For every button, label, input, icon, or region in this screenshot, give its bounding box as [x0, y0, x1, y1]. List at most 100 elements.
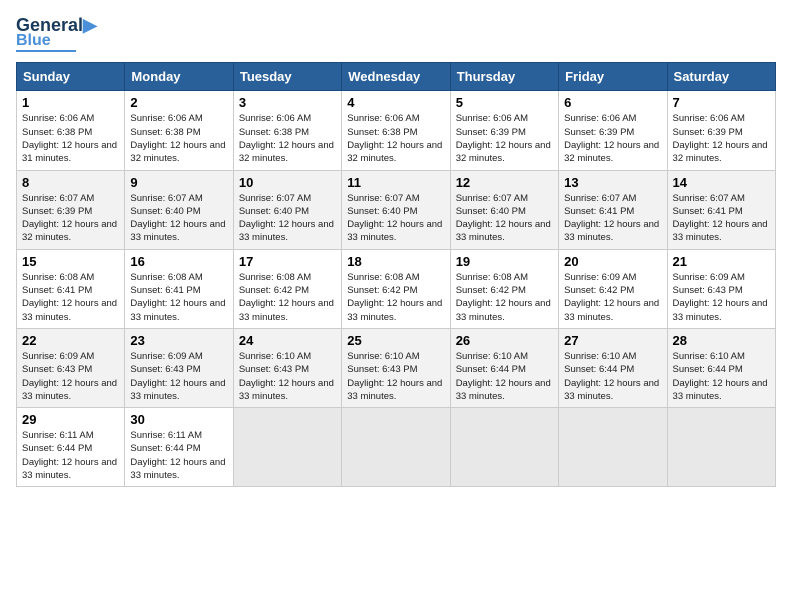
calendar-table: SundayMondayTuesdayWednesdayThursdayFrid… [16, 62, 776, 487]
day-cell: 4 Sunrise: 6:06 AMSunset: 6:38 PMDayligh… [342, 91, 450, 170]
day-cell: 17 Sunrise: 6:08 AMSunset: 6:42 PMDaylig… [233, 249, 341, 328]
week-row-5: 29 Sunrise: 6:11 AMSunset: 6:44 PMDaylig… [17, 408, 776, 487]
day-info: Sunrise: 6:08 AMSunset: 6:42 PMDaylight:… [456, 271, 553, 324]
day-cell [233, 408, 341, 487]
col-header-monday: Monday [125, 63, 233, 91]
day-number: 4 [347, 95, 444, 110]
day-number: 19 [456, 254, 553, 269]
day-number: 21 [673, 254, 770, 269]
day-info: Sunrise: 6:06 AMSunset: 6:38 PMDaylight:… [347, 112, 444, 165]
day-number: 18 [347, 254, 444, 269]
day-number: 6 [564, 95, 661, 110]
day-cell: 7 Sunrise: 6:06 AMSunset: 6:39 PMDayligh… [667, 91, 775, 170]
day-cell: 13 Sunrise: 6:07 AMSunset: 6:41 PMDaylig… [559, 170, 667, 249]
day-number: 20 [564, 254, 661, 269]
day-number: 26 [456, 333, 553, 348]
day-number: 13 [564, 175, 661, 190]
day-info: Sunrise: 6:07 AMSunset: 6:40 PMDaylight:… [347, 192, 444, 245]
day-number: 11 [347, 175, 444, 190]
col-header-tuesday: Tuesday [233, 63, 341, 91]
day-cell: 6 Sunrise: 6:06 AMSunset: 6:39 PMDayligh… [559, 91, 667, 170]
day-number: 8 [22, 175, 119, 190]
week-row-4: 22 Sunrise: 6:09 AMSunset: 6:43 PMDaylig… [17, 328, 776, 407]
day-number: 23 [130, 333, 227, 348]
day-cell [342, 408, 450, 487]
day-info: Sunrise: 6:06 AMSunset: 6:39 PMDaylight:… [564, 112, 661, 165]
col-header-sunday: Sunday [17, 63, 125, 91]
day-number: 9 [130, 175, 227, 190]
day-cell: 22 Sunrise: 6:09 AMSunset: 6:43 PMDaylig… [17, 328, 125, 407]
day-cell: 21 Sunrise: 6:09 AMSunset: 6:43 PMDaylig… [667, 249, 775, 328]
day-cell: 14 Sunrise: 6:07 AMSunset: 6:41 PMDaylig… [667, 170, 775, 249]
day-cell: 24 Sunrise: 6:10 AMSunset: 6:43 PMDaylig… [233, 328, 341, 407]
col-header-wednesday: Wednesday [342, 63, 450, 91]
day-cell: 8 Sunrise: 6:07 AMSunset: 6:39 PMDayligh… [17, 170, 125, 249]
day-number: 14 [673, 175, 770, 190]
day-info: Sunrise: 6:08 AMSunset: 6:41 PMDaylight:… [130, 271, 227, 324]
day-cell: 15 Sunrise: 6:08 AMSunset: 6:41 PMDaylig… [17, 249, 125, 328]
col-header-saturday: Saturday [667, 63, 775, 91]
day-cell: 10 Sunrise: 6:07 AMSunset: 6:40 PMDaylig… [233, 170, 341, 249]
day-info: Sunrise: 6:08 AMSunset: 6:41 PMDaylight:… [22, 271, 119, 324]
day-number: 5 [456, 95, 553, 110]
day-info: Sunrise: 6:08 AMSunset: 6:42 PMDaylight:… [239, 271, 336, 324]
day-info: Sunrise: 6:10 AMSunset: 6:44 PMDaylight:… [456, 350, 553, 403]
day-info: Sunrise: 6:10 AMSunset: 6:44 PMDaylight:… [564, 350, 661, 403]
day-cell: 23 Sunrise: 6:09 AMSunset: 6:43 PMDaylig… [125, 328, 233, 407]
day-cell [667, 408, 775, 487]
day-cell: 25 Sunrise: 6:10 AMSunset: 6:43 PMDaylig… [342, 328, 450, 407]
day-cell: 26 Sunrise: 6:10 AMSunset: 6:44 PMDaylig… [450, 328, 558, 407]
day-number: 22 [22, 333, 119, 348]
day-number: 16 [130, 254, 227, 269]
day-cell: 18 Sunrise: 6:08 AMSunset: 6:42 PMDaylig… [342, 249, 450, 328]
logo-subtext: Blue [16, 32, 51, 50]
day-cell: 20 Sunrise: 6:09 AMSunset: 6:42 PMDaylig… [559, 249, 667, 328]
day-info: Sunrise: 6:07 AMSunset: 6:39 PMDaylight:… [22, 192, 119, 245]
day-cell [559, 408, 667, 487]
day-info: Sunrise: 6:08 AMSunset: 6:42 PMDaylight:… [347, 271, 444, 324]
day-number: 27 [564, 333, 661, 348]
day-number: 17 [239, 254, 336, 269]
day-info: Sunrise: 6:09 AMSunset: 6:43 PMDaylight:… [673, 271, 770, 324]
day-info: Sunrise: 6:10 AMSunset: 6:44 PMDaylight:… [673, 350, 770, 403]
day-info: Sunrise: 6:09 AMSunset: 6:43 PMDaylight:… [130, 350, 227, 403]
day-cell: 29 Sunrise: 6:11 AMSunset: 6:44 PMDaylig… [17, 408, 125, 487]
day-number: 15 [22, 254, 119, 269]
col-header-thursday: Thursday [450, 63, 558, 91]
day-cell: 2 Sunrise: 6:06 AMSunset: 6:38 PMDayligh… [125, 91, 233, 170]
logo-line [16, 50, 76, 52]
week-row-1: 1 Sunrise: 6:06 AMSunset: 6:38 PMDayligh… [17, 91, 776, 170]
day-cell: 9 Sunrise: 6:07 AMSunset: 6:40 PMDayligh… [125, 170, 233, 249]
day-cell: 12 Sunrise: 6:07 AMSunset: 6:40 PMDaylig… [450, 170, 558, 249]
day-info: Sunrise: 6:07 AMSunset: 6:40 PMDaylight:… [239, 192, 336, 245]
day-number: 30 [130, 412, 227, 427]
day-info: Sunrise: 6:06 AMSunset: 6:38 PMDaylight:… [22, 112, 119, 165]
day-cell: 11 Sunrise: 6:07 AMSunset: 6:40 PMDaylig… [342, 170, 450, 249]
day-info: Sunrise: 6:07 AMSunset: 6:40 PMDaylight:… [456, 192, 553, 245]
day-cell: 30 Sunrise: 6:11 AMSunset: 6:44 PMDaylig… [125, 408, 233, 487]
week-row-3: 15 Sunrise: 6:08 AMSunset: 6:41 PMDaylig… [17, 249, 776, 328]
day-cell [450, 408, 558, 487]
day-number: 12 [456, 175, 553, 190]
day-info: Sunrise: 6:09 AMSunset: 6:43 PMDaylight:… [22, 350, 119, 403]
day-number: 1 [22, 95, 119, 110]
day-info: Sunrise: 6:10 AMSunset: 6:43 PMDaylight:… [347, 350, 444, 403]
day-number: 24 [239, 333, 336, 348]
day-cell: 16 Sunrise: 6:08 AMSunset: 6:41 PMDaylig… [125, 249, 233, 328]
day-info: Sunrise: 6:06 AMSunset: 6:38 PMDaylight:… [239, 112, 336, 165]
day-cell: 27 Sunrise: 6:10 AMSunset: 6:44 PMDaylig… [559, 328, 667, 407]
day-info: Sunrise: 6:07 AMSunset: 6:40 PMDaylight:… [130, 192, 227, 245]
day-cell: 19 Sunrise: 6:08 AMSunset: 6:42 PMDaylig… [450, 249, 558, 328]
logo: General▶ Blue [16, 16, 97, 52]
day-info: Sunrise: 6:10 AMSunset: 6:43 PMDaylight:… [239, 350, 336, 403]
day-info: Sunrise: 6:06 AMSunset: 6:38 PMDaylight:… [130, 112, 227, 165]
day-info: Sunrise: 6:11 AMSunset: 6:44 PMDaylight:… [130, 429, 227, 482]
day-number: 28 [673, 333, 770, 348]
day-info: Sunrise: 6:06 AMSunset: 6:39 PMDaylight:… [456, 112, 553, 165]
day-info: Sunrise: 6:06 AMSunset: 6:39 PMDaylight:… [673, 112, 770, 165]
day-info: Sunrise: 6:11 AMSunset: 6:44 PMDaylight:… [22, 429, 119, 482]
day-number: 29 [22, 412, 119, 427]
day-number: 25 [347, 333, 444, 348]
day-cell: 1 Sunrise: 6:06 AMSunset: 6:38 PMDayligh… [17, 91, 125, 170]
day-cell: 5 Sunrise: 6:06 AMSunset: 6:39 PMDayligh… [450, 91, 558, 170]
